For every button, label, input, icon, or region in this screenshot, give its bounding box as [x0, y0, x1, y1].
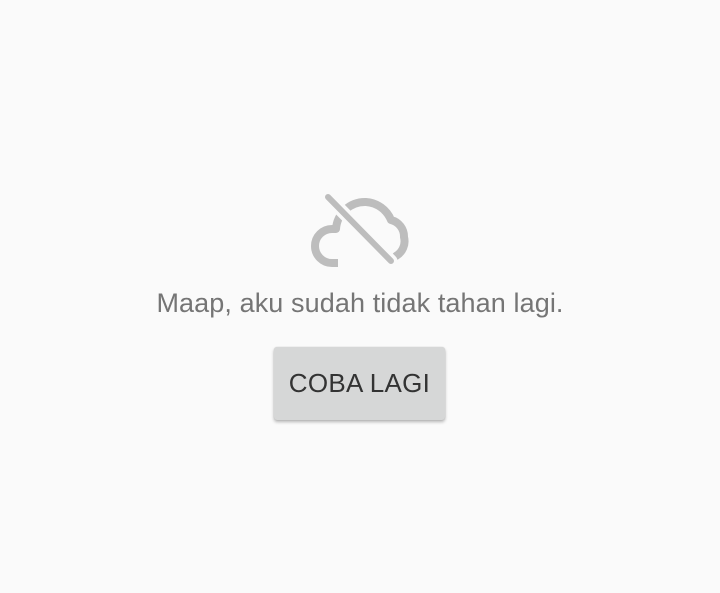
cloud-off-icon: [308, 190, 412, 270]
retry-button[interactable]: COBA LAGI: [274, 347, 445, 420]
error-message: Maap, aku sudah tidak tahan lagi.: [156, 288, 564, 318]
retry-button-label: COBA LAGI: [288, 368, 431, 398]
error-view: Maap, aku sudah tidak tahan lagi. COBA L…: [0, 0, 720, 593]
